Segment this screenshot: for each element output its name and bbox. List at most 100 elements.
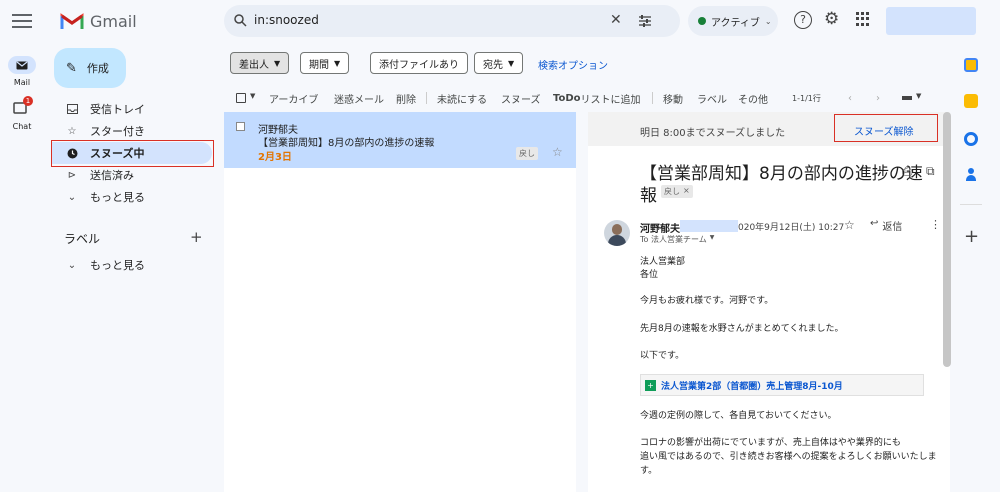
sender-name: 河野郁夫 — [640, 224, 680, 235]
gmail-logo[interactable]: Gmail — [60, 10, 137, 32]
chevron-down-icon: ⌄ — [764, 16, 772, 26]
body-line: 法人営業部 — [640, 257, 686, 267]
email-row[interactable]: 河野郁夫 【営業部周知】8月の部内の進捗の速報 2月3日 戻し ☆ — [224, 112, 576, 168]
chevron-down-icon: ⌄ — [67, 191, 77, 203]
filter-chip-from[interactable]: 差出人 ▼ — [230, 52, 290, 74]
print-icon[interactable]: ⎙ — [902, 164, 912, 179]
nav-item-starred[interactable]: ☆ スター付き — [52, 120, 212, 142]
add-label-plus-icon[interactable]: + — [190, 228, 203, 246]
select-all-checkbox[interactable] — [236, 93, 246, 103]
tasks-icon[interactable] — [964, 132, 978, 146]
inbox-icon — [66, 103, 78, 115]
contacts-icon[interactable] — [966, 168, 976, 182]
chat-app-icon[interactable]: 1 — [13, 96, 33, 116]
sheets-icon: + — [645, 379, 656, 391]
reply-label: 返信 — [882, 222, 903, 233]
settings-gear-icon[interactable]: ⚙ — [824, 9, 839, 29]
move-button[interactable]: 移動 — [663, 88, 683, 108]
snooze-button[interactable]: スヌーズ — [501, 88, 541, 108]
filter-chip-date[interactable]: 期間 ▼ — [300, 52, 350, 74]
next-page-icon[interactable]: › — [876, 88, 880, 108]
help-icon[interactable]: ? — [794, 11, 812, 29]
recipient-line[interactable]: To 法人営業チーム ▼ — [640, 234, 714, 245]
status-selector[interactable]: アクティブ ⌄ — [688, 6, 778, 36]
row-checkbox[interactable] — [236, 122, 245, 131]
nav-item-label: 送信済み — [90, 169, 134, 182]
unsnooze-highlight-box — [834, 114, 938, 142]
main-menu-icon[interactable] — [12, 14, 32, 28]
mail-app-label: Mail — [13, 78, 31, 87]
sender-avatar[interactable] — [604, 220, 630, 246]
chip-label: 期間 — [309, 59, 329, 71]
star-outline-icon[interactable]: ☆ — [552, 145, 563, 159]
email-label-tag[interactable]: 戻し — [516, 147, 538, 160]
toolbar-divider — [652, 92, 653, 104]
side-panel: + — [952, 0, 1000, 492]
search-icon[interactable] — [234, 14, 247, 27]
mail-app-icon[interactable] — [8, 56, 36, 74]
calendar-icon[interactable] — [964, 58, 978, 72]
archive-button[interactable]: アーカイブ — [269, 88, 318, 108]
split-pane-dropdown-icon[interactable]: ▼ — [916, 92, 921, 100]
subject-label-chip[interactable]: 戻し × — [661, 185, 693, 198]
open-new-window-icon[interactable]: ⧉ — [926, 164, 935, 179]
remove-label-icon[interactable]: × — [683, 186, 690, 197]
search-bar[interactable]: in:snoozed ✕ — [224, 5, 680, 37]
compose-button[interactable]: ✎ 作成 — [54, 48, 126, 88]
clear-search-icon[interactable]: ✕ — [610, 12, 622, 28]
label-button[interactable]: ラベル — [697, 88, 727, 108]
attachment-name: 法人営業第2部（首都圏）売上管理8月-10月 — [661, 381, 843, 392]
body-line: 各位 — [640, 270, 659, 280]
nav-item-label: もっと見る — [90, 191, 145, 204]
select-dropdown-icon[interactable]: ▼ — [250, 92, 255, 100]
chat-app-label: Chat — [12, 122, 32, 131]
filter-chip-attachment[interactable]: 添付ファイルあり — [370, 52, 468, 74]
prev-page-icon[interactable]: ‹ — [848, 88, 852, 108]
more-button[interactable]: その他 — [738, 88, 768, 108]
chevron-down-icon: ⌄ — [67, 259, 77, 271]
apps-grid-icon[interactable] — [856, 12, 870, 26]
caret-down-icon: ▼ — [334, 58, 341, 68]
nav-item-label: スター付き — [90, 125, 145, 138]
nav-item-label: 受信トレイ — [90, 103, 145, 116]
drive-attachment-chip[interactable]: + 法人営業第2部（首都圏）売上管理8月-10月 — [640, 374, 924, 396]
todo-rest-label: リストに追加 — [580, 94, 641, 106]
search-input[interactable]: in:snoozed — [254, 13, 319, 27]
add-to-todo-button[interactable]: ToDo リストに追加 — [553, 88, 641, 108]
email-snooze-date: 2月3日 — [258, 152, 292, 163]
mark-unread-button[interactable]: 未読にする — [437, 88, 487, 108]
toolbar-divider — [426, 92, 427, 104]
more-options-icon[interactable]: ⋮ — [930, 218, 941, 231]
reply-button[interactable]: ↩ 返信 — [870, 218, 902, 233]
split-pane-toggle-icon[interactable] — [902, 96, 912, 100]
pencil-icon: ✎ — [66, 60, 77, 76]
star-outline-icon[interactable]: ☆ — [844, 218, 855, 232]
email-subject: 【営業部周知】8月の部内の進捗の速報 — [258, 138, 435, 149]
subject-label-text: 戻し — [664, 187, 680, 196]
body-line: 追い風ではあるので、引き続きお客様への提案をよろしくお願いいたしま — [640, 452, 937, 462]
star-outline-icon: ☆ — [67, 125, 77, 137]
gmail-m-icon — [60, 13, 84, 29]
reading-pane-scrollbar[interactable] — [943, 112, 951, 367]
app-name: Gmail — [90, 11, 137, 31]
nav-item-more[interactable]: ⌄ もっと見る — [52, 186, 212, 208]
side-panel-divider — [960, 204, 982, 205]
add-addon-plus-icon[interactable]: + — [964, 226, 979, 247]
status-label: アクティブ — [711, 17, 760, 29]
labels-more[interactable]: ⌄ もっと見る — [52, 254, 212, 276]
labels-header: ラベル — [64, 232, 101, 246]
advanced-search-link[interactable]: 検索オプション — [538, 57, 608, 72]
recipient-text: To 法人営業チーム — [640, 235, 707, 244]
chip-label: 添付ファイルあり — [379, 59, 459, 71]
search-options-icon[interactable] — [638, 15, 652, 27]
nav-item-inbox[interactable]: 受信トレイ — [52, 98, 212, 120]
redacted-email-address — [680, 220, 738, 232]
filter-chip-to[interactable]: 宛先 ▼ — [474, 52, 524, 74]
nav-item-sent[interactable]: ⊳ 送信済み — [52, 164, 212, 186]
keep-icon[interactable] — [964, 94, 978, 108]
email-subject-heading: 【営業部周知】8月の部内の進捗の速 — [640, 164, 923, 184]
email-list: 河野郁夫 【営業部周知】8月の部内の進捗の速報 2月3日 戻し ☆ — [224, 112, 576, 492]
email-subject-heading-wrap: 報 — [640, 186, 657, 206]
spam-button[interactable]: 迷惑メール — [334, 88, 384, 108]
delete-button[interactable]: 削除 — [396, 88, 416, 108]
